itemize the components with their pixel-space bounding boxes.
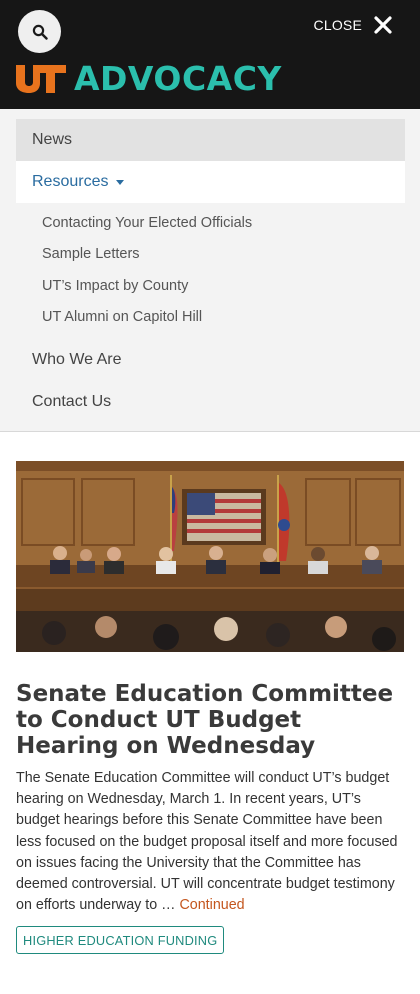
menu-item-label: Contact Us bbox=[32, 393, 112, 410]
menu-item-resources[interactable]: Resources bbox=[16, 161, 405, 203]
submenu-item-contacting-officials[interactable]: Contacting Your Elected Officials bbox=[42, 215, 252, 231]
continued-link[interactable]: Continued bbox=[179, 897, 244, 913]
menu-item-news[interactable]: News bbox=[16, 119, 405, 161]
close-label: CLOSE bbox=[313, 17, 362, 33]
article-image[interactable] bbox=[16, 461, 404, 652]
menu-item-who-we-are[interactable]: Who We Are bbox=[16, 339, 405, 381]
ut-logo-mark bbox=[16, 64, 66, 93]
logo-text: ADVOCACY bbox=[74, 59, 282, 98]
menu-item-contact-us[interactable]: Contact Us bbox=[16, 381, 405, 423]
close-icon bbox=[374, 16, 392, 34]
close-menu-button[interactable]: CLOSE bbox=[314, 16, 392, 34]
site-header: CLOSE ADVOCACY bbox=[0, 0, 420, 109]
category-tag[interactable]: HIGHER EDUCATION FUNDING bbox=[16, 926, 225, 954]
nav-menu: News Resources Contacting Your Elected O… bbox=[0, 109, 420, 432]
submenu-item-alumni-capitol-hill[interactable]: UT Alumni on Capitol Hill bbox=[42, 309, 202, 325]
submenu-item-sample-letters[interactable]: Sample Letters bbox=[42, 246, 140, 262]
submenu-item-impact-by-county[interactable]: UT’s Impact by County bbox=[42, 278, 188, 294]
article-title[interactable]: Senate Education Committee to Conduct UT… bbox=[16, 681, 406, 759]
caret-down-icon bbox=[116, 179, 125, 185]
article-excerpt: The Senate Education Committee will cond… bbox=[16, 768, 408, 916]
search-button[interactable] bbox=[18, 10, 61, 53]
menu-item-label: Resources bbox=[32, 173, 109, 190]
menu-item-label: Who We Are bbox=[32, 351, 122, 368]
excerpt-text: The Senate Education Committee will cond… bbox=[16, 770, 398, 914]
menu-item-label: News bbox=[32, 131, 73, 148]
site-logo[interactable]: ADVOCACY bbox=[16, 62, 282, 95]
search-icon bbox=[32, 24, 48, 40]
hearing-room-photo bbox=[16, 461, 404, 652]
